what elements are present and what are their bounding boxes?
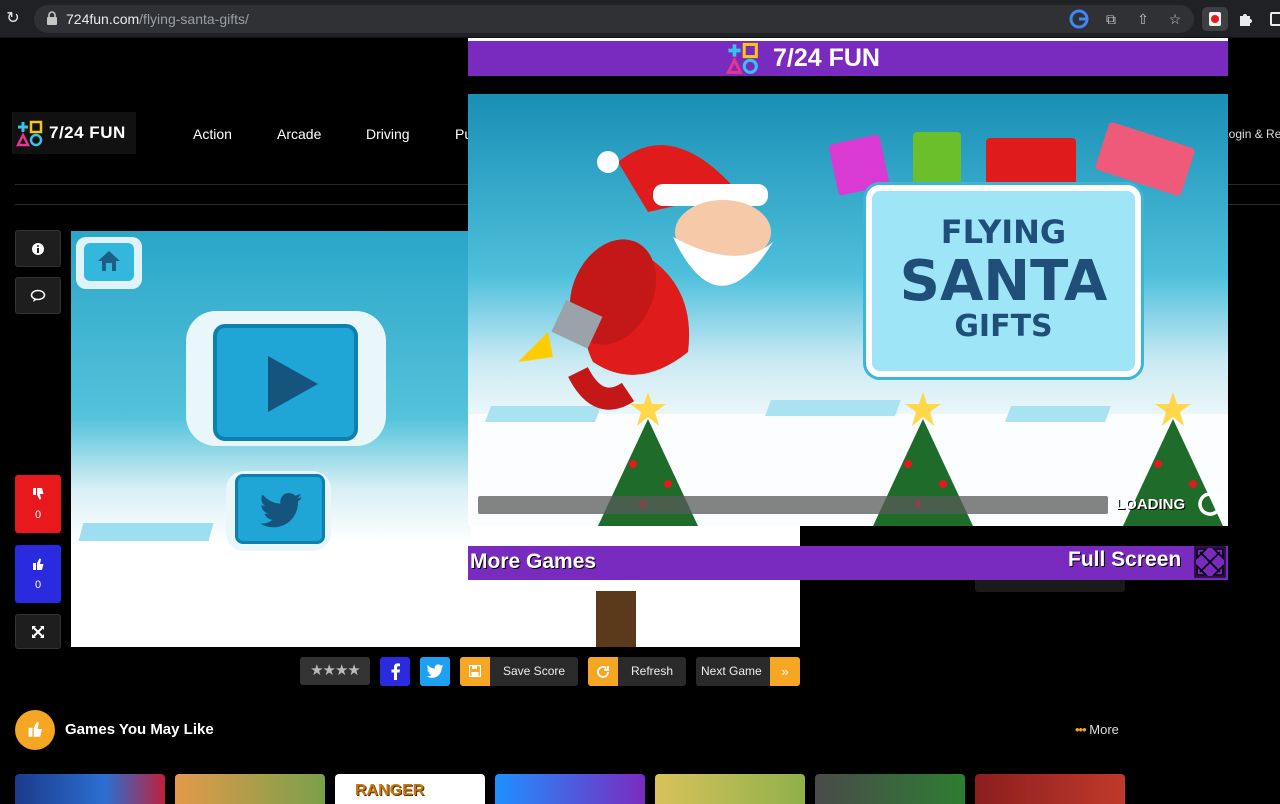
popup-logo-icon xyxy=(726,42,758,74)
thumbs-down-icon xyxy=(33,488,44,500)
info-icon xyxy=(32,242,44,255)
home-button[interactable] xyxy=(76,237,142,289)
comment-icon xyxy=(30,289,46,302)
more-label: More xyxy=(1089,722,1119,737)
extension-active-button[interactable] xyxy=(1202,7,1228,31)
games-you-may-like-badge xyxy=(15,710,55,750)
play-button[interactable] xyxy=(213,324,358,441)
full-screen-button[interactable]: Full Screen xyxy=(1068,548,1181,572)
loading-text: LOADING xyxy=(1116,496,1186,513)
more-games-button[interactable]: More Games xyxy=(470,550,596,574)
save-icon xyxy=(469,665,481,677)
dots-icon: ••• xyxy=(1075,722,1087,737)
game-title-line3: GIFTS xyxy=(954,309,1053,344)
expand-icon xyxy=(32,625,44,638)
like-button[interactable]: 0 xyxy=(15,545,61,603)
lock-icon xyxy=(47,11,57,25)
more-games-link[interactable]: ••• More xyxy=(1075,722,1119,737)
dislike-count: 0 xyxy=(34,509,42,521)
window-icon[interactable] xyxy=(1270,12,1280,26)
save-score-label: Save Score xyxy=(503,664,566,678)
sidebar-panel-fragment xyxy=(975,578,1125,592)
game-title-line1: FLYING xyxy=(940,213,1067,251)
reload-icon[interactable]: ↻ xyxy=(4,10,22,28)
game-title-line2: SANTA xyxy=(899,249,1108,314)
next-arrow-icon: » xyxy=(770,657,800,686)
popup-title: 7/24 FUN xyxy=(773,44,880,72)
gift-icon xyxy=(986,138,1076,188)
url-path: /flying-santa-gifts/ xyxy=(139,11,249,27)
site-logo-text[interactable]: 7/24 FUN xyxy=(49,123,126,143)
thumbnail-caption: RANGER xyxy=(355,782,425,799)
facebook-icon xyxy=(391,663,400,680)
like-count: 0 xyxy=(34,579,42,591)
bookmark-star-icon[interactable]: ☆ xyxy=(1165,9,1185,29)
thumbs-up-icon xyxy=(28,721,43,737)
url-text[interactable]: 724fun.com/flying-santa-gifts/ xyxy=(66,11,249,27)
login-register-link[interactable]: Login & Reg xyxy=(1222,127,1280,141)
info-button[interactable] xyxy=(15,230,61,267)
nav-action[interactable]: Action xyxy=(193,126,232,142)
twitter-share-game-button[interactable] xyxy=(235,474,325,544)
nav-arcade[interactable]: Arcade xyxy=(277,126,321,142)
twitter-icon xyxy=(426,664,444,678)
extensions-puzzle-icon[interactable] xyxy=(1236,9,1256,29)
refresh-icon xyxy=(597,666,609,678)
refresh-button[interactable]: Refresh xyxy=(588,657,686,686)
translate-icon[interactable]: ⧉ xyxy=(1101,9,1121,29)
share-icon[interactable]: ⇧ xyxy=(1133,9,1153,29)
save-score-button[interactable]: Save Score xyxy=(460,657,578,686)
comments-button[interactable] xyxy=(15,277,61,314)
refresh-label: Refresh xyxy=(631,664,674,678)
loading-progress-bar xyxy=(478,496,1108,514)
expand-button[interactable] xyxy=(15,614,61,649)
twitter-bird-icon xyxy=(260,492,302,528)
loading-spinner-icon xyxy=(1198,492,1222,516)
facebook-share-button[interactable] xyxy=(380,657,410,686)
game-title-board: FLYING SANTA GIFTS xyxy=(866,185,1141,377)
next-game-button[interactable]: Next Game » xyxy=(696,657,800,686)
rating-stars[interactable]: ★★★★ xyxy=(300,657,370,685)
fullscreen-icon[interactable] xyxy=(1194,546,1226,578)
home-icon xyxy=(98,251,120,271)
santa-jetpack-icon xyxy=(518,145,773,410)
gift-icon xyxy=(913,132,961,190)
thumbs-up-icon xyxy=(33,558,44,570)
popup-game-splash[interactable]: FLYING SANTA GIFTS xyxy=(468,94,1228,526)
url-host: 724fun.com xyxy=(66,11,140,27)
play-icon xyxy=(268,356,318,412)
games-you-may-like-title: Games You May Like xyxy=(65,721,214,738)
dislike-button[interactable]: 0 xyxy=(15,475,61,533)
twitter-share-button[interactable] xyxy=(420,657,450,686)
google-icon[interactable] xyxy=(1069,9,1089,29)
next-game-label: Next Game xyxy=(701,664,762,678)
extension-logo-icon xyxy=(1209,12,1221,26)
logo-shapes-icon xyxy=(16,120,43,147)
nav-driving[interactable]: Driving xyxy=(366,126,410,142)
